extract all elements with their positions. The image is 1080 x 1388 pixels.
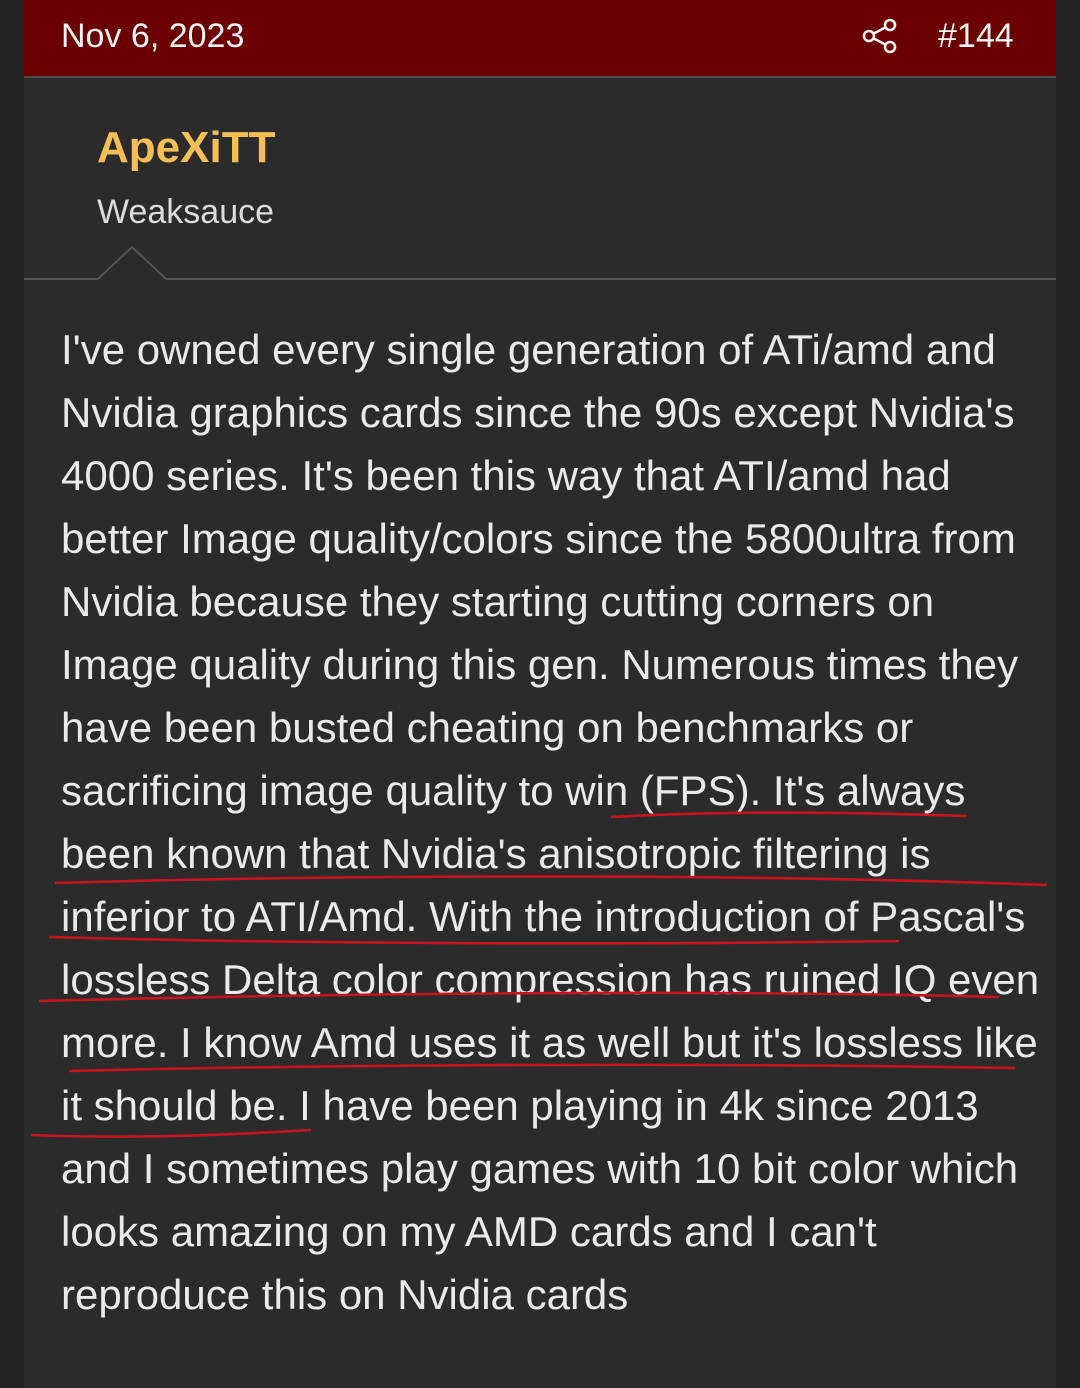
user-pointer-arrow [98,245,166,280]
post-body: I've owned every single generation of AT… [61,326,1040,1318]
post-number-link[interactable]: #144 [938,14,1014,58]
user-title: Weaksauce [97,193,275,231]
username-link[interactable]: ApeXiTT [97,120,275,176]
divider [24,278,1056,280]
share-icon [862,18,897,54]
share-button[interactable] [860,16,900,56]
page-margin-right [1056,0,1080,1388]
post-date: Nov 6, 2023 [61,17,245,55]
post-header: Nov 6, 2023 #144 [24,0,1056,78]
page-margin-left [0,0,24,1388]
user-info: ApeXiTT Weaksauce [24,78,1056,278]
